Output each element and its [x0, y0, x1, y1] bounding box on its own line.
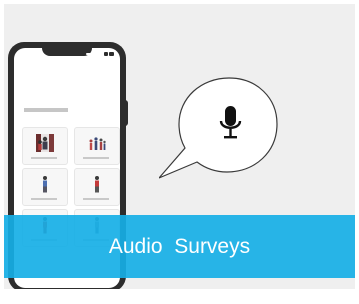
- screen-title-placeholder: [24, 108, 68, 112]
- person-icon: [43, 176, 47, 193]
- person-icon: [95, 176, 99, 193]
- banner-title: Audio Surveys: [108, 234, 251, 258]
- screen-tile: [74, 127, 120, 165]
- group-photo-icon: [36, 134, 54, 152]
- screen-tile: [22, 168, 68, 206]
- people-icon: [89, 137, 106, 150]
- survey-card[interactable]: Audio Surveys: [4, 4, 355, 289]
- phone-side-button: [123, 100, 128, 126]
- banner: Audio Surveys: [4, 215, 355, 278]
- screen-tile: [22, 127, 68, 165]
- phone-speaker: [86, 53, 104, 55]
- phone-notch: [42, 48, 104, 56]
- status-icons: [104, 52, 114, 56]
- speech-bubble: [159, 77, 278, 179]
- screen-tile: [74, 168, 120, 206]
